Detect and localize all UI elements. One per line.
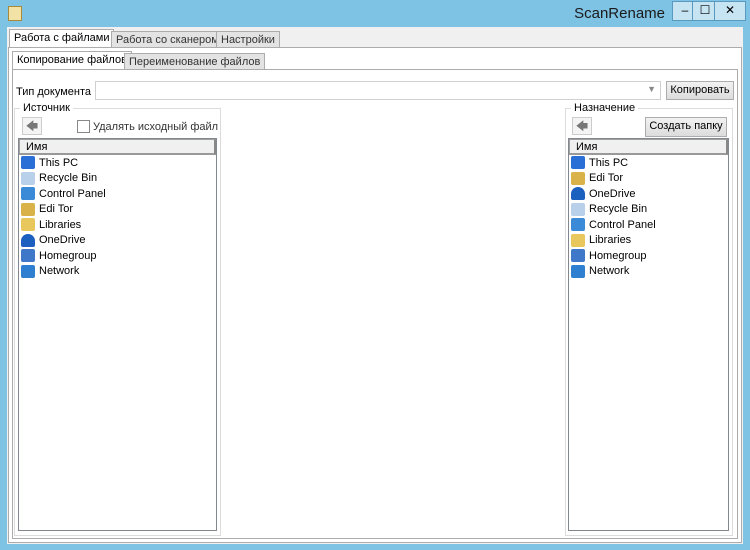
list-item-label: Network — [39, 265, 80, 278]
destination-list[interactable]: Имя This PC Edi Tor OneDrive Recycle Bin Con… — [568, 138, 729, 531]
destination-back-button[interactable]: 🡄 — [572, 117, 592, 135]
source-back-button[interactable]: 🡄 — [22, 117, 42, 135]
list-item[interactable]: Control Panel — [19, 186, 216, 202]
user-folder-icon — [571, 171, 585, 185]
list-item[interactable]: Edi Tor — [19, 202, 216, 218]
list-item-label: OneDrive — [589, 187, 636, 200]
tab-files[interactable]: Работа с файлами — [9, 29, 115, 48]
list-item-label: Edi Tor — [589, 172, 624, 185]
source-title: Источник — [20, 102, 73, 114]
delete-source-checkbox[interactable] — [77, 120, 90, 133]
list-item-label: Libraries — [589, 234, 632, 247]
doc-type-label: Тип документа — [16, 86, 92, 98]
list-item-label: Network — [589, 265, 630, 278]
list-item[interactable]: OneDrive — [19, 233, 216, 249]
list-item[interactable]: Control Panel — [569, 217, 728, 233]
delete-source-label: Удалять исходный файл — [93, 121, 219, 133]
list-item[interactable]: This PC — [19, 155, 216, 171]
list-item-label: Control Panel — [589, 218, 656, 231]
destination-title: Назначение — [571, 102, 639, 114]
libraries-icon — [571, 233, 585, 247]
cloud-icon — [571, 187, 585, 201]
list-item-label: Edi Tor — [39, 203, 74, 216]
recycle-bin-icon — [21, 171, 35, 185]
list-item[interactable]: Libraries — [569, 233, 728, 249]
column-header-name[interactable]: Имя — [569, 139, 728, 155]
tab-settings[interactable]: Настройки — [216, 31, 280, 48]
list-item[interactable]: This PC — [569, 155, 728, 171]
list-item-label: OneDrive — [39, 234, 86, 247]
list-item-label: Libraries — [39, 218, 82, 231]
copy-button[interactable]: Копировать — [666, 81, 734, 100]
list-item[interactable]: OneDrive — [569, 186, 728, 202]
list-item-label: Recycle Bin — [39, 172, 98, 185]
tab-rename-files[interactable]: Переименование файлов — [124, 53, 266, 70]
arrow-left-icon: 🡄 — [25, 119, 39, 133]
recycle-bin-icon — [571, 202, 585, 216]
list-item-label: Recycle Bin — [589, 203, 648, 216]
list-item-label: This PC — [589, 156, 629, 169]
list-item-label: Control Panel — [39, 187, 106, 200]
list-item[interactable]: Edi Tor — [569, 171, 728, 187]
tab-scanner[interactable]: Работа со сканером — [111, 31, 224, 48]
list-item[interactable]: Recycle Bin — [19, 171, 216, 187]
list-item[interactable]: Homegroup — [19, 248, 216, 264]
app-icon — [8, 6, 22, 21]
libraries-icon — [21, 218, 35, 232]
doc-type-combobox[interactable]: ▼ — [95, 81, 661, 100]
list-item[interactable]: Homegroup — [569, 248, 728, 264]
close-button[interactable]: ✕ — [714, 1, 746, 21]
list-item[interactable]: Libraries — [19, 217, 216, 233]
homegroup-icon — [571, 249, 585, 263]
list-item-label: Homegroup — [39, 249, 97, 262]
column-header-name[interactable]: Имя — [19, 139, 216, 155]
list-item[interactable]: Network — [19, 264, 216, 280]
control-panel-icon — [571, 218, 585, 232]
create-folder-button[interactable]: Создать папку — [645, 117, 727, 137]
tab-copy-files[interactable]: Копирование файлов — [12, 51, 132, 70]
list-item[interactable]: Recycle Bin — [569, 202, 728, 218]
computer-icon — [21, 156, 35, 170]
network-icon — [21, 264, 35, 278]
list-item-label: Homegroup — [589, 249, 647, 262]
network-icon — [571, 264, 585, 278]
homegroup-icon — [21, 249, 35, 263]
chevron-down-icon: ▼ — [647, 84, 656, 94]
list-item[interactable]: Network — [569, 264, 728, 280]
source-list[interactable]: Имя This PC Recycle Bin Control Panel Edi T… — [18, 138, 217, 531]
user-folder-icon — [21, 202, 35, 216]
cloud-icon — [21, 233, 35, 247]
computer-icon — [571, 156, 585, 170]
window-title: ScanRename — [574, 5, 665, 22]
list-item-label: This PC — [39, 156, 79, 169]
arrow-left-icon: 🡄 — [575, 119, 589, 133]
control-panel-icon — [21, 187, 35, 201]
